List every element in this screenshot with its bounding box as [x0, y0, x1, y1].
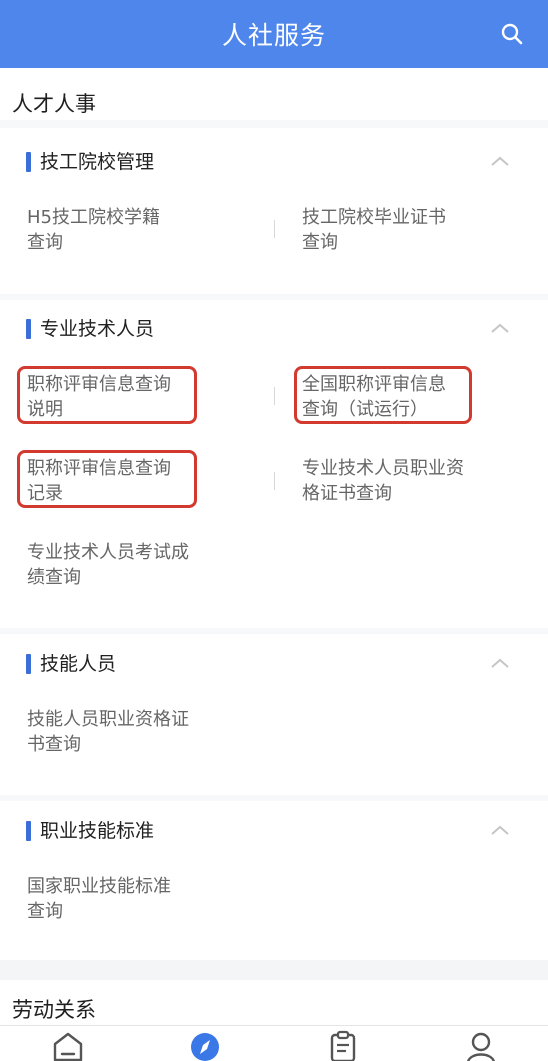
user-icon[interactable] — [464, 1030, 498, 1061]
chevron-up-icon[interactable] — [488, 150, 512, 174]
bottom-navigation — [0, 1025, 548, 1061]
service-item-h5-school-status[interactable]: H5技工院校学籍 查询 — [27, 205, 237, 255]
item-divider — [274, 220, 275, 238]
search-icon — [501, 23, 523, 45]
category-header-professional-tech[interactable]: 专业技术人员 — [0, 315, 548, 345]
service-item-professional-qualification[interactable]: 专业技术人员职业资 格证书查询 — [302, 456, 512, 506]
section-divider — [0, 120, 548, 128]
service-item-title-review-info[interactable]: 职称评审信息查询 说明 — [27, 372, 237, 422]
home-icon[interactable] — [51, 1030, 85, 1061]
category-divider — [0, 294, 548, 300]
chevron-up-icon[interactable] — [488, 317, 512, 341]
category-title: 职业技能标准 — [40, 820, 155, 842]
service-item-graduation-certificate[interactable]: 技工院校毕业证书 查询 — [302, 205, 512, 255]
item-divider — [274, 387, 275, 405]
category-marker — [26, 319, 31, 339]
category-divider — [0, 628, 548, 634]
chevron-up-icon[interactable] — [488, 819, 512, 843]
category-marker — [26, 152, 31, 172]
service-item-national-standards[interactable]: 国家职业技能标准 查询 — [27, 874, 237, 924]
category-marker — [26, 821, 31, 841]
category-title: 技能人员 — [40, 653, 117, 675]
app-screen: 人社服务 人才人事 技工院校管理 H5技工院校学籍 查询 技工院校毕业证书 查询… — [0, 0, 548, 1061]
service-item-skill-qualification[interactable]: 技能人员职业资格证 书查询 — [27, 707, 237, 757]
category-header-skilled-workers[interactable]: 技能人员 — [0, 650, 548, 680]
service-item-exam-results[interactable]: 专业技术人员考试成 绩查询 — [27, 540, 237, 590]
clipboard-icon[interactable] — [326, 1030, 360, 1061]
section-title-talent: 人才人事 — [12, 92, 96, 116]
item-divider — [274, 472, 275, 490]
page-title: 人社服务 — [221, 21, 326, 50]
top-bar: 人社服务 — [0, 0, 548, 68]
compass-icon[interactable] — [188, 1030, 222, 1061]
section-title-labor-relations: 劳动关系 — [12, 998, 96, 1022]
section-divider — [0, 960, 548, 980]
category-header-skill-standards[interactable]: 职业技能标准 — [0, 817, 548, 847]
chevron-up-icon[interactable] — [488, 652, 512, 676]
service-item-national-title-review[interactable]: 全国职称评审信息 查询（试运行） — [302, 372, 512, 422]
category-title: 专业技术人员 — [40, 318, 155, 340]
service-item-title-review-record[interactable]: 职称评审信息查询 记录 — [27, 456, 237, 506]
category-header-technical-school[interactable]: 技工院校管理 — [0, 148, 548, 178]
category-marker — [26, 654, 31, 674]
search-button[interactable] — [498, 20, 526, 48]
category-title: 技工院校管理 — [40, 151, 155, 173]
category-divider — [0, 795, 548, 801]
